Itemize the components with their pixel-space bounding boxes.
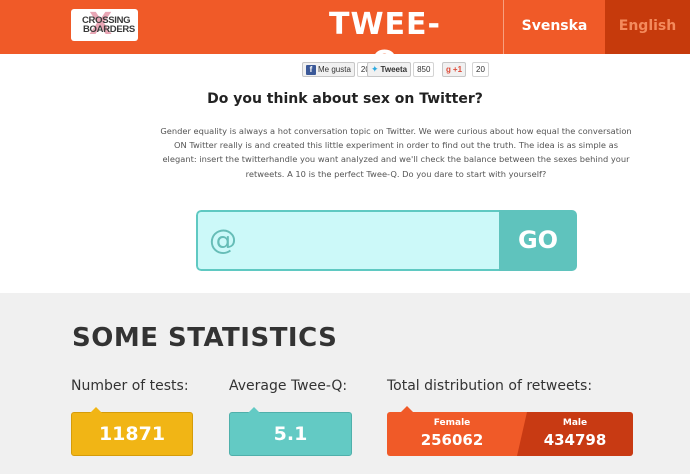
intro-paragraph: Gender equality is always a hot conversa… [160,126,632,179]
google-plus-icon: g [446,65,451,74]
distribution-label: Total distribution of retweets: [387,378,593,394]
segment-divider [517,412,527,456]
tweet-count: 850 [413,62,435,77]
lang-svenska-link[interactable]: Svenska [503,0,605,54]
go-button[interactable]: GO [499,210,577,271]
lang-english-link[interactable]: English [605,0,690,54]
average-label: Average Twee-Q: [229,378,348,394]
retweet-distribution-bar: Female 256062 Male 434798 [387,406,633,456]
female-value: 256062 [420,431,484,449]
google-plus-count: 20 [472,62,489,77]
facebook-like-button[interactable]: f Me gusta [302,62,355,77]
tests-count-badge: 11871 [71,407,193,456]
statistics-section: SOME STATISTICS Number of tests: Average… [0,293,690,474]
facebook-icon: f [306,64,316,75]
crossing-boarders-logo[interactable]: X CROSSING BOARDERS [71,9,138,41]
google-plus-widget: g +1 20 [442,62,489,77]
female-label: Female [433,418,471,428]
at-sign-prefix: @ [209,223,237,256]
google-plus-button[interactable]: g +1 [442,62,467,77]
site-header: X CROSSING BOARDERS TWEE-Q Svenska Engli… [0,0,690,80]
twitter-handle-search: @ GO [196,210,577,271]
tweet-label: Tweeta [380,65,408,74]
average-score-badge: 5.1 [229,407,352,456]
facebook-like-label: Me gusta [318,65,351,74]
female-segment: Female 256062 [387,412,527,456]
tests-label: Number of tests: [71,378,189,394]
page-title: Do you think about sex on Twitter? [207,91,483,107]
male-segment: Male 434798 [517,412,633,456]
statistics-heading: SOME STATISTICS [72,323,338,353]
male-value: 434798 [543,431,607,449]
twitter-bird-icon: ✦ [371,64,379,74]
twitter-handle-input[interactable]: @ [196,210,499,271]
tweet-widget: ✦ Tweeta 850 [367,62,435,77]
male-label: Male [562,418,588,428]
logo-text-line2: BOARDERS [83,24,135,35]
tweet-button[interactable]: ✦ Tweeta [367,62,412,77]
google-plus-label: +1 [452,65,463,74]
